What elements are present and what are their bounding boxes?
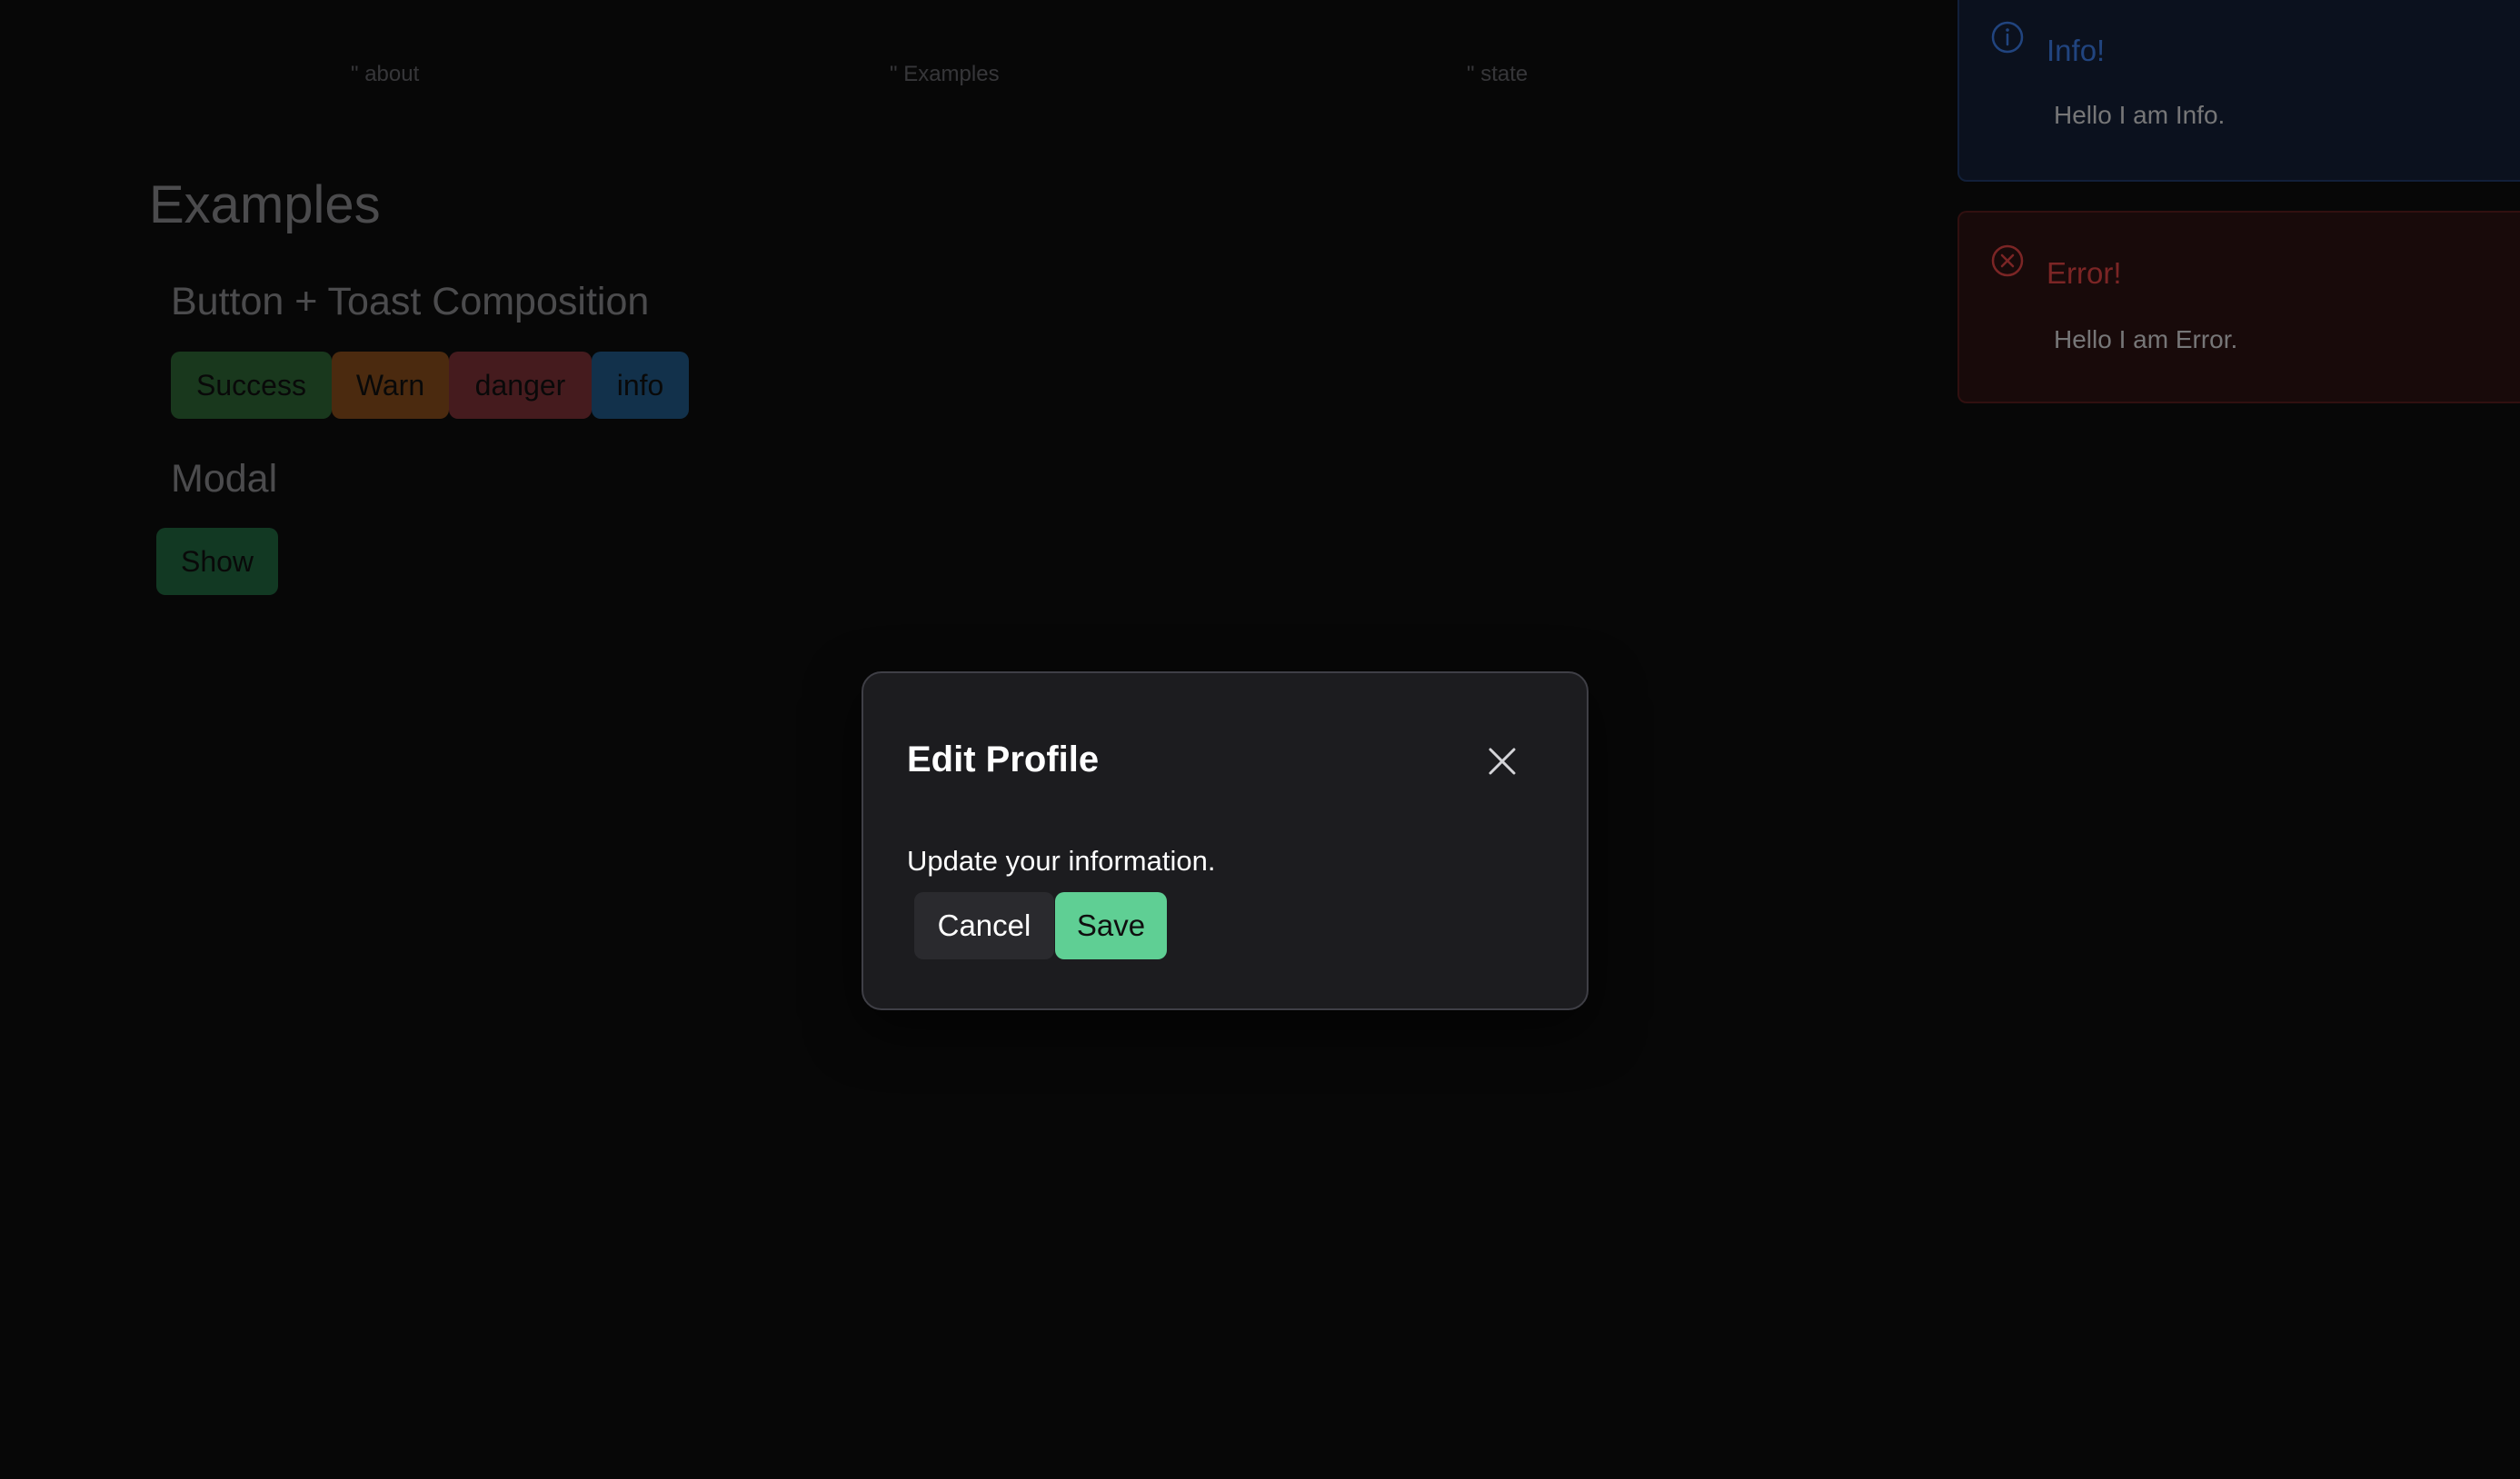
toast-error: Error! Hello I am Error. [1957,211,2520,403]
info-circle-icon [1990,20,2025,55]
edit-profile-modal: Edit Profile Update your information. Ca… [862,671,1589,1010]
toast-info-title: Info! [2047,34,2106,67]
toast-error-title: Error! [2047,256,2122,290]
toast-info: Info! Hello I am Info. [1957,0,2520,182]
save-button[interactable]: Save [1055,892,1167,959]
modal-description: Update your information. [907,845,1216,877]
modal-title: Edit Profile [907,740,1100,779]
cancel-button[interactable]: Cancel [914,892,1054,959]
toast-error-message: Hello I am Error. [2054,325,2238,353]
x-circle-icon [1990,243,2025,278]
toast-info-message: Hello I am Info. [2054,101,2226,129]
close-icon[interactable] [1481,740,1523,782]
